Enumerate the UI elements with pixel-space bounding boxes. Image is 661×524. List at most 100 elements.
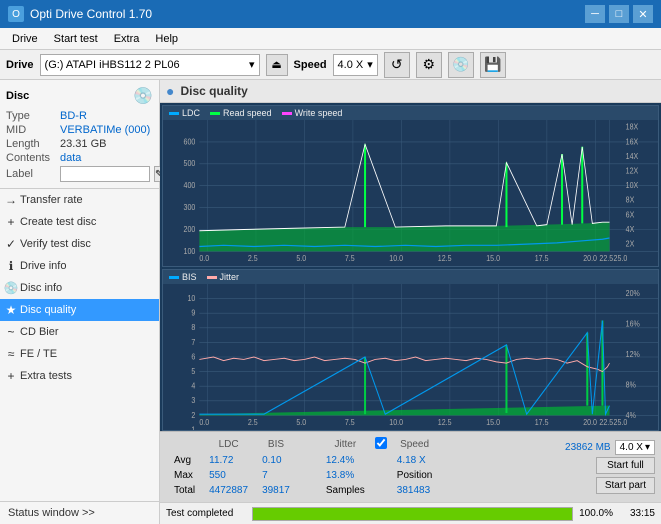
stats-ldc-header: LDC [203,437,254,452]
svg-text:1: 1 [191,425,195,430]
progress-area: Test completed 100.0% 33:15 [160,502,661,524]
nav-verify-test-label: Verify test disc [20,238,91,250]
samples-spacer [373,484,389,497]
total-ldc: 4472887 [203,484,254,497]
sidebar-item-create-test-disc[interactable]: + Create test disc [0,211,159,233]
disc-quality-header-icon: ● [166,83,174,99]
disc-type-label: Type [6,110,56,122]
disc-mid-value: VERBATIMe (000) [60,124,150,136]
action-buttons: Start full Start part [596,457,655,494]
status-label: Test completed [166,508,246,519]
stats-bar: LDC BIS Jitter Speed Avg 11.72 0.10 12.4… [160,431,661,502]
nav-drive-info-label: Drive info [20,260,66,272]
sidebar-nav: → Transfer rate + Create test disc ✓ Ver… [0,189,159,387]
titlebar: O Opti Drive Control 1.70 ─ □ ✕ [0,0,661,28]
drive-select[interactable]: (G:) ATAPI iHBS112 2 PL06 ▾ [40,54,260,76]
progress-bar-outer [252,507,573,521]
max-label: Max [168,469,201,482]
jitter-legend: Jitter [207,272,240,282]
status-window-button[interactable]: Status window >> [0,502,159,524]
samples-label: Samples [320,484,371,497]
chart1-legend: LDC Read speed Write speed [163,106,658,120]
menu-start-test[interactable]: Start test [46,31,106,47]
save-button[interactable]: 💾 [480,52,506,78]
chart2-wrapper: BIS Jitter [162,269,659,431]
speed-chevron-icon: ▾ [367,58,373,71]
chart2-svg: 10 9 8 7 6 5 4 3 2 1 20% 16% 12% [163,284,658,430]
eject-button[interactable]: ⏏ [266,54,288,76]
position-label: Position [391,469,439,482]
svg-text:10: 10 [187,293,195,303]
disc-contents-row: Contents data [6,152,153,164]
avg-speed: 4.18 X [391,454,439,467]
svg-text:5.0: 5.0 [296,418,306,428]
sidebar-item-cd-bier[interactable]: ~ CD Bier [0,321,159,343]
svg-text:7: 7 [191,337,195,347]
svg-text:17.5: 17.5 [535,418,549,428]
disc-quality-icon: ★ [4,303,18,317]
disc-section-title: Disc [6,90,29,102]
sidebar-item-verify-test-disc[interactable]: ✓ Verify test disc [0,233,159,255]
svg-text:6: 6 [191,352,195,362]
status-window-label: Status window >> [8,507,95,519]
disc-contents-label: Contents [6,152,56,164]
drive-value: (G:) ATAPI iHBS112 2 PL06 [45,59,180,71]
sidebar-item-disc-info[interactable]: 💿 Disc info [0,277,159,299]
refresh-button[interactable]: ↺ [384,52,410,78]
content-area: ● Disc quality LDC Read speed [160,80,661,524]
content-title: Disc quality [180,84,247,98]
sidebar-item-transfer-rate[interactable]: → Transfer rate [0,189,159,211]
disc-label-input[interactable] [60,166,150,182]
disc-type-row: Type BD-R [6,110,153,122]
sidebar-item-disc-quality[interactable]: ★ Disc quality [0,299,159,321]
disc-label-row: Label ✎ [6,166,153,182]
sidebar-item-fe-te[interactable]: ≈ FE / TE [0,343,159,365]
start-part-button[interactable]: Start part [596,477,655,494]
svg-text:10.0: 10.0 [389,418,403,428]
svg-text:20.0: 20.0 [583,418,597,428]
write-speed-legend-label: Write speed [295,108,343,118]
max-jitter: 13.8% [320,469,371,482]
bis-legend-label: BIS [182,272,197,282]
settings-button[interactable]: ⚙ [416,52,442,78]
close-button[interactable]: ✕ [633,5,653,23]
maximize-button[interactable]: □ [609,5,629,23]
svg-text:100: 100 [184,246,196,256]
speed-dropdown[interactable]: 4.0 X ▾ [615,440,655,455]
max-spacer [298,469,318,482]
sidebar-item-extra-tests[interactable]: + Extra tests [0,365,159,387]
menu-help[interactable]: Help [147,31,186,47]
stats-speed-header: Speed [391,437,439,452]
svg-text:2.5: 2.5 [248,254,258,264]
avg-spacer [298,454,318,467]
drivebar: Drive (G:) ATAPI iHBS112 2 PL06 ▾ ⏏ Spee… [0,50,661,80]
stats-right: 23862 MB 4.0 X ▾ Start full Start part [565,440,655,494]
disc-length-row: Length 23.31 GB [6,138,153,150]
svg-text:12X: 12X [626,166,639,176]
jitter-checkbox[interactable] [375,437,387,449]
svg-text:25.0: 25.0 [614,254,628,264]
svg-text:0.0: 0.0 [199,418,209,428]
avg-jitter: 12.4% [320,454,371,467]
svg-text:8: 8 [191,323,195,333]
menu-drive[interactable]: Drive [4,31,46,47]
stats-jitter-header: Jitter [320,437,371,452]
minimize-button[interactable]: ─ [585,5,605,23]
start-full-button[interactable]: Start full [596,457,655,474]
svg-text:18X: 18X [626,122,639,132]
svg-text:14X: 14X [626,151,639,161]
avg-ldc: 11.72 [203,454,254,467]
disc-button[interactable]: 💿 [448,52,474,78]
sidebar-item-drive-info[interactable]: ℹ Drive info [0,255,159,277]
menu-extra[interactable]: Extra [106,31,148,47]
nav-transfer-rate-label: Transfer rate [20,194,83,206]
progress-bar-inner [253,508,572,520]
speed-select[interactable]: 4.0 X ▾ [333,54,378,76]
disc-length-value: 23.31 GB [60,138,106,150]
nav-extra-tests-label: Extra tests [20,370,72,382]
drive-label: Drive [6,59,34,71]
main-area: Disc 💿 Type BD-R MID VERBATIMe (000) Len… [0,80,661,524]
extra-tests-icon: + [4,369,18,383]
svg-text:17.5: 17.5 [535,254,549,264]
sidebar-status: Status window >> [0,501,159,524]
